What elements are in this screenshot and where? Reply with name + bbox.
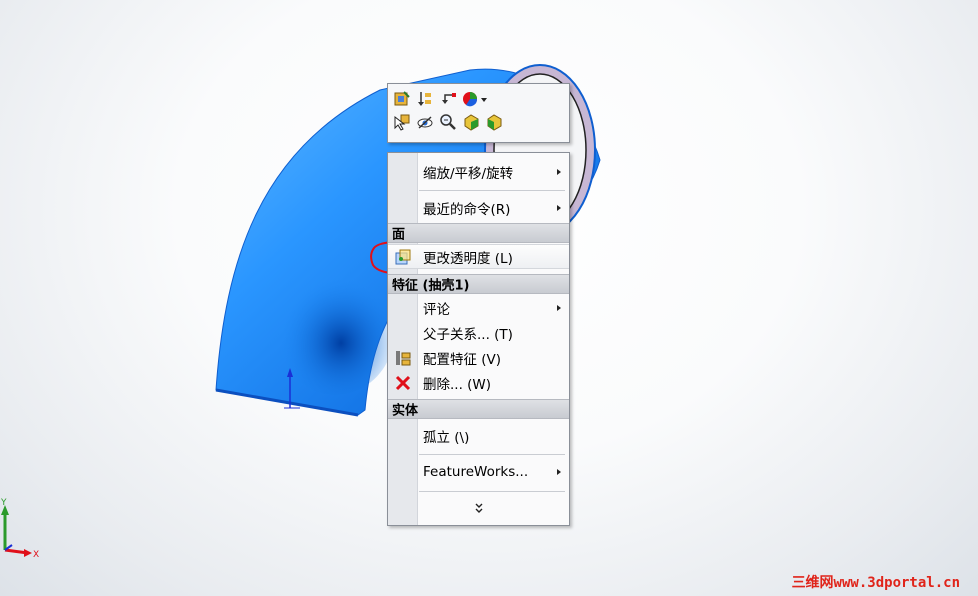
submenu-arrow-icon bbox=[557, 205, 561, 211]
submenu-arrow-icon bbox=[557, 469, 561, 475]
rollback-icon[interactable] bbox=[415, 89, 435, 109]
menu-item-zoom-pan-rotate[interactable]: 缩放/平移/旋转 bbox=[388, 157, 569, 187]
menu-separator bbox=[419, 491, 565, 492]
menu-item-label: 最近的命令(R) bbox=[423, 202, 511, 218]
menu-separator bbox=[419, 454, 565, 455]
parent-child-icon[interactable] bbox=[438, 89, 458, 109]
menu-item-label: 父子关系... (T) bbox=[423, 327, 513, 343]
chevron-down-double-icon bbox=[474, 502, 484, 516]
menu-item-comment[interactable]: 评论 bbox=[388, 296, 569, 320]
menu-item-label: 配置特征 (V) bbox=[423, 352, 502, 368]
menu-section-header-body: 实体 bbox=[388, 399, 569, 419]
menu-item-isolate[interactable]: 孤立 (\) bbox=[388, 421, 569, 451]
submenu-arrow-icon bbox=[557, 169, 561, 175]
hide-icon[interactable] bbox=[415, 112, 435, 132]
menu-section-header-feature: 特征 (抽壳1) bbox=[388, 274, 569, 294]
menu-item-configure-feature[interactable]: 配置特征 (V) bbox=[388, 346, 569, 370]
menu-item-label: 删除... (W) bbox=[423, 377, 492, 393]
menu-item-recent-commands[interactable]: 最近的命令(R) bbox=[388, 193, 569, 223]
zoom-to-selection-icon[interactable] bbox=[438, 112, 458, 132]
menu-item-label: 缩放/平移/旋转 bbox=[423, 166, 514, 182]
elbow-shadow bbox=[275, 265, 395, 395]
menu-item-label: 评论 bbox=[423, 302, 450, 318]
menu-item-label: 孤立 (\) bbox=[423, 430, 470, 446]
menu-more-button[interactable] bbox=[388, 497, 569, 521]
context-toolbar bbox=[387, 83, 570, 143]
reference-triad: Y X bbox=[0, 498, 39, 560]
menu-section-header-face: 面 bbox=[388, 223, 569, 243]
normal-to-icon[interactable] bbox=[461, 112, 481, 132]
triad-x-label: X bbox=[33, 550, 39, 560]
menu-item-delete[interactable]: 删除... (W) bbox=[388, 371, 569, 395]
triad-y-label: Y bbox=[0, 498, 7, 508]
menu-item-label: 更改透明度 (L) bbox=[423, 250, 513, 267]
appearance-icon[interactable] bbox=[461, 89, 489, 109]
menu-separator bbox=[419, 190, 565, 191]
configure-feature-icon bbox=[394, 349, 412, 367]
context-menu: 缩放/平移/旋转 最近的命令(R) 面 更改透明度 (L) 特征 (抽壳1) 评… bbox=[387, 152, 570, 526]
view-orientation-icon[interactable] bbox=[484, 112, 504, 132]
delete-x-icon bbox=[394, 374, 412, 392]
graphics-viewport[interactable]: 缩放/平移/旋转 最近的命令(R) 面 更改透明度 (L) 特征 (抽壳1) 评… bbox=[0, 0, 978, 596]
transparency-icon bbox=[394, 248, 412, 266]
watermark: 三维网www.3dportal.cn bbox=[791, 575, 960, 591]
menu-item-featureworks[interactable]: FeatureWorks... bbox=[388, 457, 569, 487]
select-other-icon[interactable] bbox=[392, 112, 412, 132]
edit-feature-icon[interactable] bbox=[392, 89, 412, 109]
menu-item-change-transparency[interactable]: 更改透明度 (L) bbox=[388, 244, 569, 269]
menu-item-parent-child[interactable]: 父子关系... (T) bbox=[388, 321, 569, 345]
menu-item-label: FeatureWorks... bbox=[423, 464, 529, 480]
submenu-arrow-icon bbox=[557, 305, 561, 311]
